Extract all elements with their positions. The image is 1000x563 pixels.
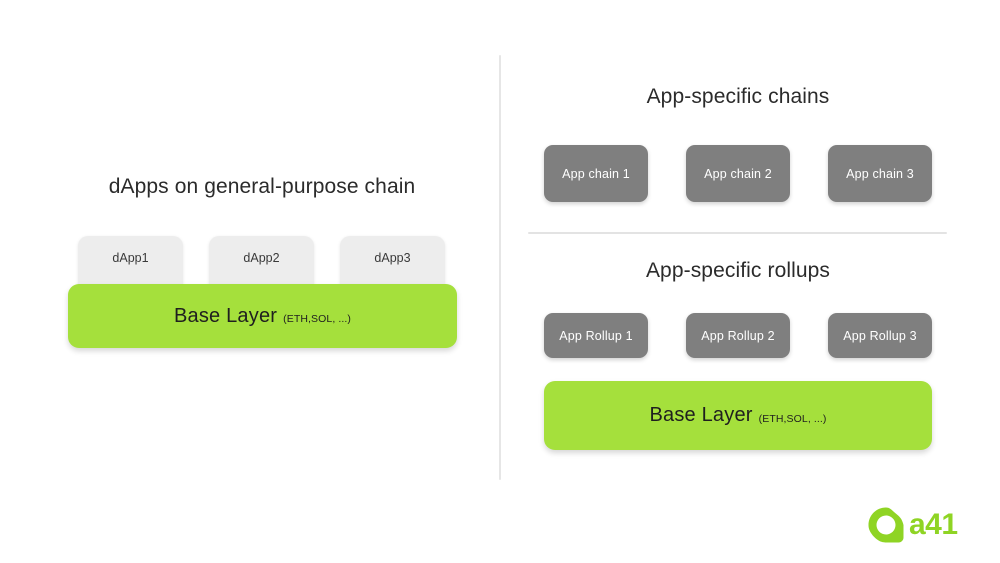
app-rollup-box-1: App Rollup 1 bbox=[544, 313, 648, 358]
app-chain-box-3: App chain 3 bbox=[828, 145, 932, 202]
horizontal-divider bbox=[528, 232, 947, 234]
left-panel-title: dApps on general-purpose chain bbox=[108, 175, 416, 198]
a41-logo: a41 bbox=[866, 505, 978, 545]
left-base-layer-bar: Base Layer (ETH,SOL, ...) bbox=[68, 284, 457, 348]
rollup-base-layer-title: Base Layer bbox=[649, 404, 753, 426]
app-rollup-box-3-label: App Rollup 3 bbox=[843, 328, 917, 343]
diagram-canvas: dApps on general-purpose chain dApp1 dAp… bbox=[0, 0, 1000, 563]
app-specific-chains-title: App-specific chains bbox=[646, 85, 830, 108]
vertical-divider bbox=[499, 55, 501, 480]
rollup-base-layer-subtitle: (ETH,SOL, ...) bbox=[758, 412, 827, 425]
app-rollup-box-2-label: App Rollup 2 bbox=[701, 328, 775, 343]
app-chain-box-1: App chain 1 bbox=[544, 145, 648, 202]
dapp-box-3-label: dApp3 bbox=[374, 251, 411, 265]
app-chain-box-2-label: App chain 2 bbox=[704, 166, 772, 181]
app-chain-box-2: App chain 2 bbox=[686, 145, 790, 202]
app-rollup-box-3: App Rollup 3 bbox=[828, 313, 932, 358]
app-chain-box-3-label: App chain 3 bbox=[846, 166, 914, 181]
app-rollup-box-2: App Rollup 2 bbox=[686, 313, 790, 358]
left-base-layer-title: Base Layer bbox=[173, 304, 278, 327]
a41-logo-mark-icon bbox=[868, 507, 904, 543]
app-rollup-box-1-label: App Rollup 1 bbox=[559, 328, 633, 343]
app-chain-box-1-label: App chain 1 bbox=[562, 166, 630, 181]
left-base-layer-subtitle: (ETH,SOL, ...) bbox=[283, 313, 352, 325]
rollup-base-layer-bar: Base Layer (ETH,SOL, ...) bbox=[544, 381, 932, 450]
dapp-box-2-label: dApp2 bbox=[243, 251, 280, 265]
dapp-box-1-label: dApp1 bbox=[112, 251, 149, 265]
app-specific-rollups-title: App-specific rollups bbox=[645, 259, 831, 282]
a41-logo-wordmark: a41 bbox=[909, 508, 958, 541]
